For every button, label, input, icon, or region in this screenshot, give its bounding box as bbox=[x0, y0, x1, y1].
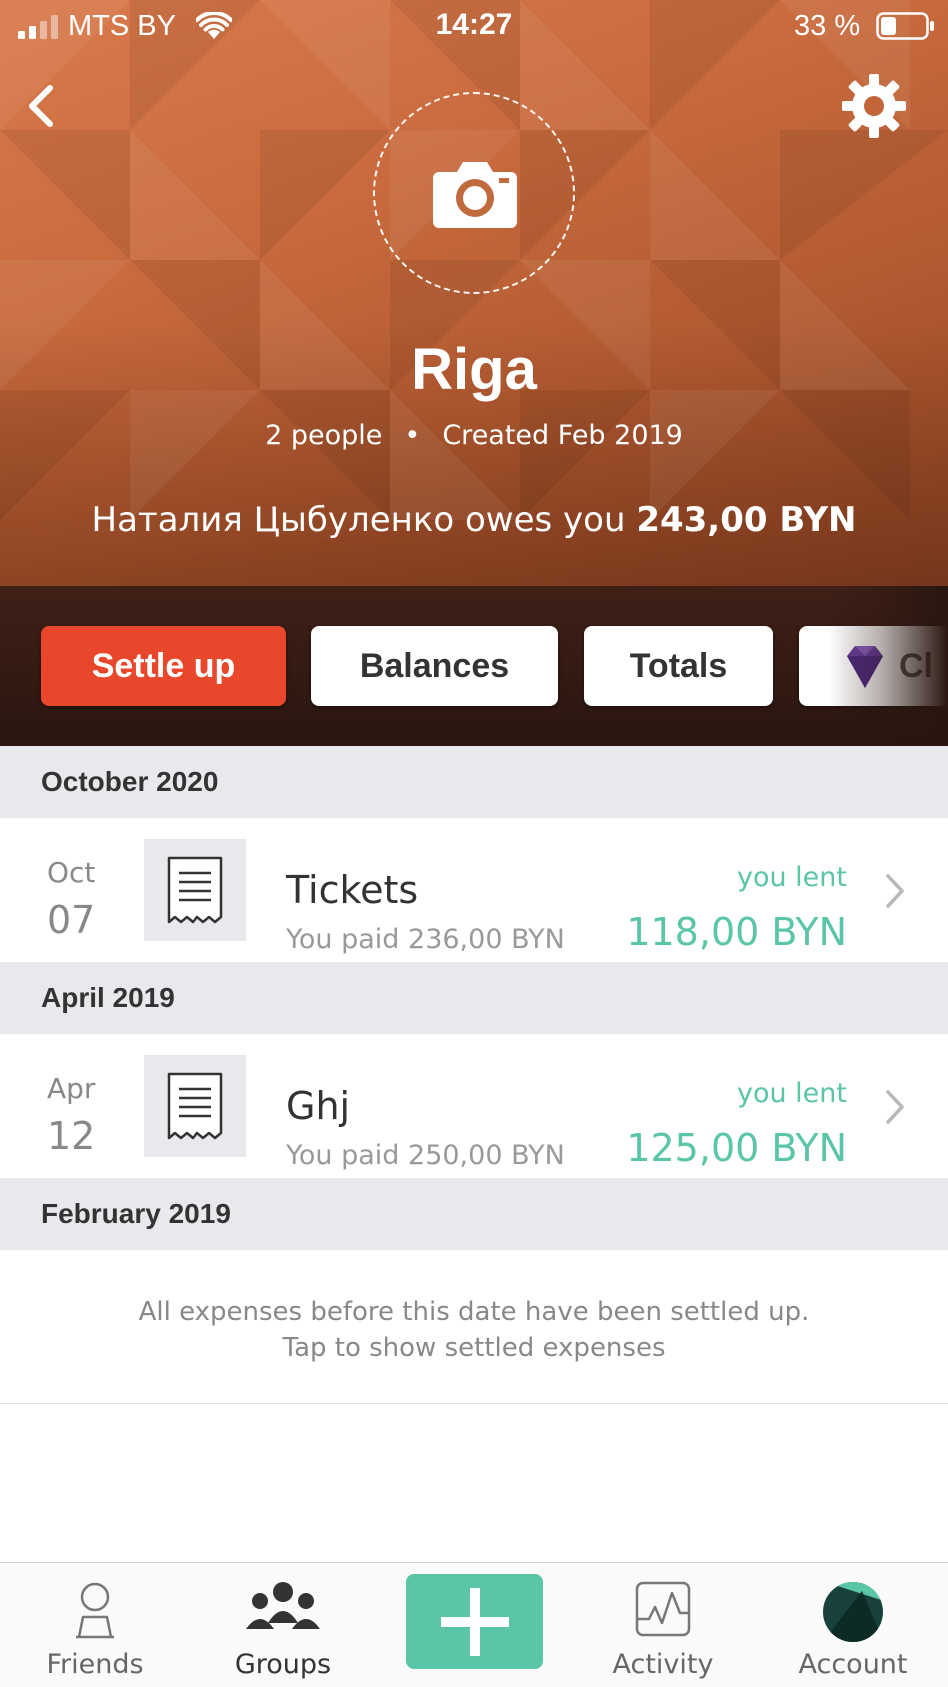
gem-icon bbox=[847, 646, 883, 688]
receipt-icon bbox=[167, 1072, 223, 1140]
gear-icon bbox=[842, 74, 906, 138]
lent-label: you lent bbox=[736, 1078, 847, 1109]
tab-friends[interactable]: Friends bbox=[0, 1563, 190, 1687]
add-expense-button[interactable] bbox=[406, 1574, 543, 1669]
person-icon bbox=[76, 1582, 114, 1639]
people-count: 2 people bbox=[265, 420, 383, 451]
charts-button[interactable]: Cl bbox=[799, 626, 948, 706]
battery-percentage: 33 % bbox=[794, 10, 861, 42]
expense-month: Apr bbox=[47, 1072, 96, 1105]
camera-icon bbox=[433, 162, 517, 228]
lent-amount: 125,00 BYN bbox=[626, 1126, 847, 1170]
lent-label: you lent bbox=[736, 862, 847, 893]
back-arrow-icon bbox=[29, 85, 53, 127]
section-header-april-2019: April 2019 bbox=[0, 962, 948, 1034]
action-bar: Settle up Balances Totals Cl bbox=[0, 586, 948, 746]
settled-note-line1: All expenses before this date have been … bbox=[138, 1297, 810, 1327]
group-header: MTS BY 14:27 33 % Riga 2 people • Create… bbox=[0, 0, 948, 586]
expense-title: Tickets bbox=[286, 868, 419, 912]
charts-label: Cl bbox=[899, 646, 933, 685]
expense-day: 07 bbox=[47, 898, 96, 942]
settle-up-button[interactable]: Settle up bbox=[41, 626, 286, 706]
lent-amount: 118,00 BYN bbox=[626, 910, 847, 954]
tab-activity[interactable]: Activity bbox=[568, 1563, 758, 1687]
balance-text: Наталия Цыбуленко owes you bbox=[91, 500, 626, 540]
expense-paid: You paid 250,00 BYN bbox=[286, 1140, 565, 1171]
group-photo-button[interactable] bbox=[373, 92, 575, 294]
receipt-icon-box bbox=[144, 1055, 246, 1157]
tab-account-label: Account bbox=[798, 1649, 908, 1680]
tab-friends-label: Friends bbox=[46, 1649, 144, 1680]
balances-button[interactable]: Balances bbox=[311, 626, 558, 706]
status-bar: MTS BY 14:27 33 % bbox=[0, 0, 948, 56]
created-date: Created Feb 2019 bbox=[442, 420, 683, 451]
expense-paid: You paid 236,00 BYN bbox=[286, 924, 565, 955]
settled-note-line2: Tap to show settled expenses bbox=[282, 1333, 666, 1363]
chevron-right-icon bbox=[886, 1090, 904, 1124]
section-header-october-2020: October 2020 bbox=[0, 746, 948, 818]
chevron-right-icon bbox=[886, 874, 904, 908]
balance-amount: 243,00 BYN bbox=[636, 500, 857, 540]
expense-row-ghj[interactable]: Apr 12 Ghj You paid 250,00 BYN you lent … bbox=[0, 1034, 948, 1178]
expense-month: Oct bbox=[47, 856, 96, 889]
group-settings-button[interactable] bbox=[838, 70, 910, 142]
back-button[interactable] bbox=[18, 78, 74, 134]
expense-day: 12 bbox=[47, 1114, 96, 1158]
plus-icon bbox=[441, 1588, 509, 1656]
balance-summary: Наталия Цыбуленко owes you 243,00 BYN bbox=[0, 500, 948, 540]
section-header-february-2019: February 2019 bbox=[0, 1178, 948, 1250]
tab-groups[interactable]: Groups bbox=[188, 1563, 378, 1687]
show-settled-expenses[interactable]: All expenses before this date have been … bbox=[0, 1250, 948, 1404]
battery-icon bbox=[876, 12, 934, 40]
totals-button[interactable]: Totals bbox=[584, 626, 773, 706]
activity-chart-icon bbox=[635, 1581, 691, 1637]
tab-groups-label: Groups bbox=[234, 1649, 332, 1680]
receipt-icon bbox=[167, 856, 223, 924]
expense-title: Ghj bbox=[286, 1084, 351, 1128]
tab-account[interactable]: Account bbox=[758, 1563, 948, 1687]
group-meta: 2 people • Created Feb 2019 bbox=[0, 420, 948, 451]
expense-row-tickets[interactable]: Oct 07 Tickets You paid 236,00 BYN you l… bbox=[0, 818, 948, 962]
group-name: Riga bbox=[411, 337, 537, 402]
separator-dot: • bbox=[404, 420, 421, 451]
group-icon bbox=[246, 1582, 320, 1629]
tab-activity-label: Activity bbox=[612, 1649, 714, 1680]
account-avatar-icon bbox=[823, 1582, 883, 1642]
receipt-icon-box bbox=[144, 839, 246, 941]
